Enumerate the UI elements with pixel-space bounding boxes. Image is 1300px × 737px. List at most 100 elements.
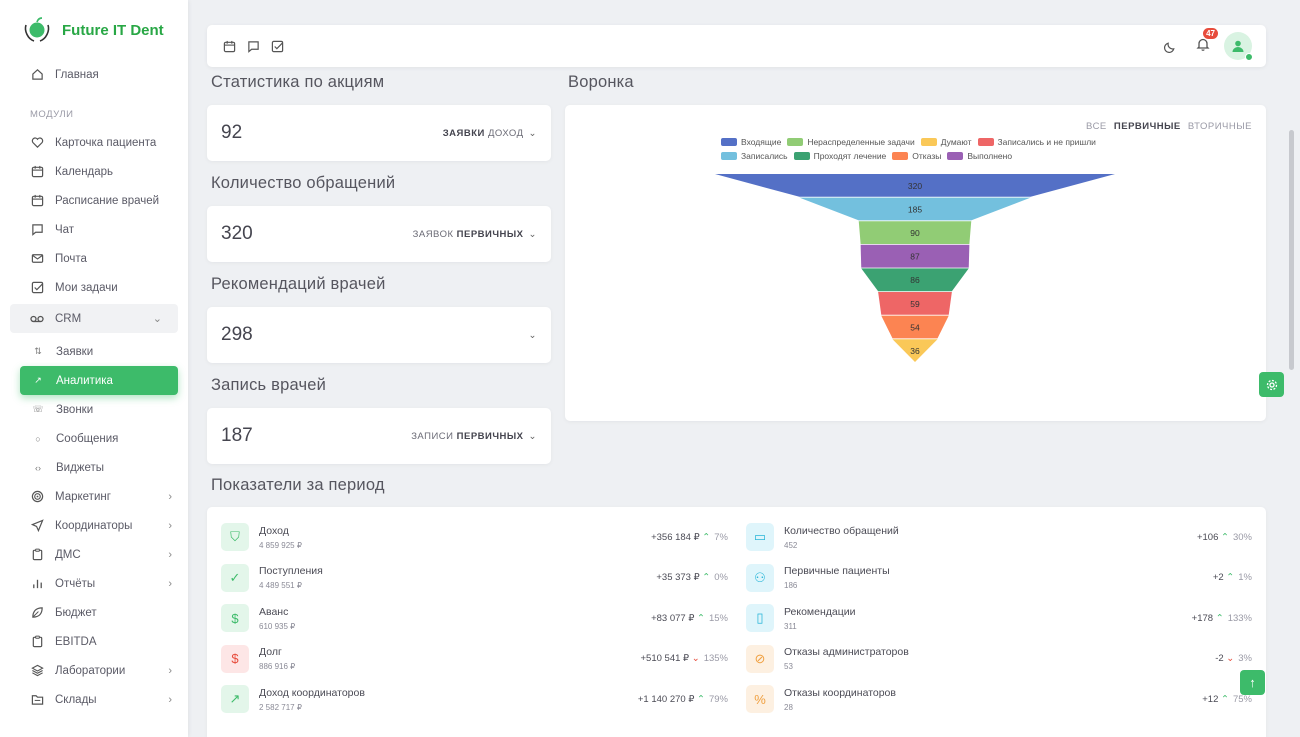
- online-status-dot: [1245, 53, 1253, 61]
- metric-percent: 15%: [708, 612, 728, 624]
- sidebar-item-label: Бюджет: [55, 606, 97, 619]
- sel-a: ЗАЯВОК: [412, 228, 454, 240]
- crm-icon: [30, 312, 44, 326]
- arrows-icon: ⇅: [34, 346, 42, 356]
- sidebar-item-label: Карточка пациента: [55, 136, 157, 149]
- sidebar-item-1[interactable]: Маркетинг ›: [0, 482, 188, 511]
- sidebar-item-label: Лаборатории: [55, 664, 126, 677]
- stat-selector[interactable]: ЗАЯВОК ПЕРВИЧНЫХ ⌄: [413, 229, 537, 240]
- chevron-right-icon: ›: [168, 519, 172, 532]
- dollar-icon: $: [221, 604, 249, 633]
- mail-icon: [30, 252, 44, 266]
- metric-delta: +178: [1191, 612, 1214, 624]
- stat-selector[interactable]: ⌄: [524, 330, 537, 341]
- chevron-right-icon: ›: [168, 548, 172, 561]
- sidebar-item-3[interactable]: ДМС ›: [0, 540, 188, 569]
- notifications-button[interactable]: 47: [1196, 27, 1218, 56]
- sidebar-item-5[interactable]: Бюджет: [0, 598, 188, 627]
- sidebar-subitem-2[interactable]: ↗ Аналитика: [20, 366, 178, 395]
- sidebar-subitem-5[interactable]: ‹› Виджеты: [0, 453, 188, 482]
- sidebar-item-8[interactable]: Склады ›: [0, 685, 188, 714]
- metric-total: 186: [784, 581, 798, 591]
- sidebar-subitem-3[interactable]: ☏ Звонки: [0, 395, 188, 424]
- sidebar-item-3[interactable]: Расписание врачей: [0, 186, 188, 215]
- sidebar-item-label: Виджеты: [56, 461, 105, 474]
- sidebar-item-4[interactable]: Отчёты ›: [0, 569, 188, 598]
- sidebar-item-6[interactable]: EBITDA: [0, 627, 188, 656]
- metric-label: Количество обращений: [784, 524, 899, 537]
- stat-selector[interactable]: ЗАПИСИ ПЕРВИЧНЫХ ⌄: [411, 431, 537, 442]
- funnel-stage-value: 86: [910, 275, 920, 285]
- metric-label: Отказы координаторов: [784, 686, 896, 699]
- funnel-stage-value: 59: [910, 299, 920, 309]
- trend-up-icon: ↗: [221, 685, 249, 714]
- sidebar-item-label: Звонки: [56, 403, 94, 416]
- metric-label: Поступления: [259, 565, 323, 578]
- metric-label: Отказы администраторов: [784, 646, 909, 659]
- metric-delta: +1 140 270 ₽: [637, 693, 695, 705]
- metric-total: 610 935 ₽: [259, 621, 296, 631]
- metric-percent: 1%: [1238, 572, 1252, 584]
- moon-icon[interactable]: [1162, 38, 1178, 54]
- shield-icon: ⛉: [221, 523, 249, 551]
- sidebar-subitem-4[interactable]: ○ Сообщения: [0, 424, 188, 453]
- metric-label: Доход: [259, 524, 289, 537]
- sidebar-item-5[interactable]: Почта: [0, 244, 188, 273]
- stat-value: 320: [221, 223, 253, 244]
- code-icon: ‹›: [35, 462, 41, 473]
- brand[interactable]: Future IT Dent: [0, 0, 188, 60]
- sidebar-item-home[interactable]: Главная: [0, 60, 188, 89]
- sidebar-item-7[interactable]: Лаборатории ›: [0, 656, 188, 685]
- sidebar-item-label: CRM: [55, 312, 82, 325]
- percent-icon: %: [746, 685, 774, 714]
- arrow-up-icon: ⌃: [697, 693, 705, 705]
- sidebar-item-4[interactable]: Чат: [0, 215, 188, 244]
- scroll-top-button[interactable]: ↑: [1240, 670, 1265, 695]
- funnel-stage-value: 320: [908, 181, 922, 191]
- home-icon: [30, 68, 44, 82]
- metric-percent: 135%: [703, 653, 728, 665]
- stat-selector[interactable]: ЗАЯВКИ ДОХОД ⌄: [443, 128, 537, 139]
- metric-label: Аванс: [259, 605, 289, 618]
- sidebar-subitem-1[interactable]: ⇅ Заявки: [0, 337, 188, 366]
- sidebar-item-crm[interactable]: CRM ⌄: [10, 304, 178, 333]
- calendar-icon[interactable]: [221, 38, 237, 54]
- sidebar-item-2[interactable]: Календарь: [0, 157, 188, 186]
- arrow-up-icon: ⌃: [1221, 531, 1229, 543]
- sidebar-item-1[interactable]: Карточка пациента: [0, 128, 188, 157]
- period-title: Показатели за период: [211, 476, 385, 494]
- arrow-up-icon: ⌃: [1221, 693, 1229, 705]
- avatar[interactable]: [1224, 32, 1253, 61]
- heart-icon: [30, 136, 44, 150]
- chevron-right-icon: ›: [168, 664, 172, 677]
- metric-total: 452: [784, 540, 798, 550]
- sidebar-item-label: Маркетинг: [55, 490, 111, 503]
- chevron-down-icon: ⌄: [528, 430, 537, 442]
- metric-delta: +106: [1196, 531, 1219, 543]
- sel-b: ПЕРВИЧНЫХ: [456, 430, 524, 442]
- metric-total: 4 859 925 ₽: [259, 540, 302, 550]
- metric-percent: 75%: [1232, 693, 1252, 705]
- message-icon: ○: [35, 433, 41, 444]
- target-icon: [30, 490, 44, 504]
- funnel-stage-value: 87: [910, 252, 920, 262]
- sel-b: ПЕРВИЧНЫХ: [456, 228, 524, 240]
- metric-row: ↗ Доход координаторов 2 582 717 ₽ +1 140 27…: [221, 682, 728, 716]
- dollar-icon: $: [221, 644, 249, 673]
- metric-row: ▭ Количество обращений 452 +106 ⌃ 30%: [746, 520, 1252, 554]
- check-square-icon[interactable]: [269, 38, 285, 54]
- funnel-chart: 320 185 90 87 86 59 54 36: [715, 174, 1115, 362]
- sel-b: ДОХОД: [487, 127, 524, 139]
- sidebar-item-6[interactable]: Мои задачи: [0, 273, 188, 302]
- metric-percent: 3%: [1238, 653, 1252, 665]
- sidebar-item-2[interactable]: Координаторы ›: [0, 511, 188, 540]
- settings-button[interactable]: [1259, 372, 1284, 397]
- metric-row: $ Аванс 610 935 ₽ +83 077 ₽ ⌃ 15%: [221, 601, 728, 635]
- eye-off-icon: ⊘: [746, 644, 774, 673]
- chat-icon[interactable]: [245, 38, 261, 54]
- bell-icon: [1196, 38, 1210, 51]
- metric-label: Доход координаторов: [259, 686, 365, 699]
- nav-section-modules: МОДУЛИ: [30, 109, 74, 120]
- scrollbar[interactable]: [1289, 130, 1294, 370]
- sidebar-item-label: ДМС: [55, 548, 81, 561]
